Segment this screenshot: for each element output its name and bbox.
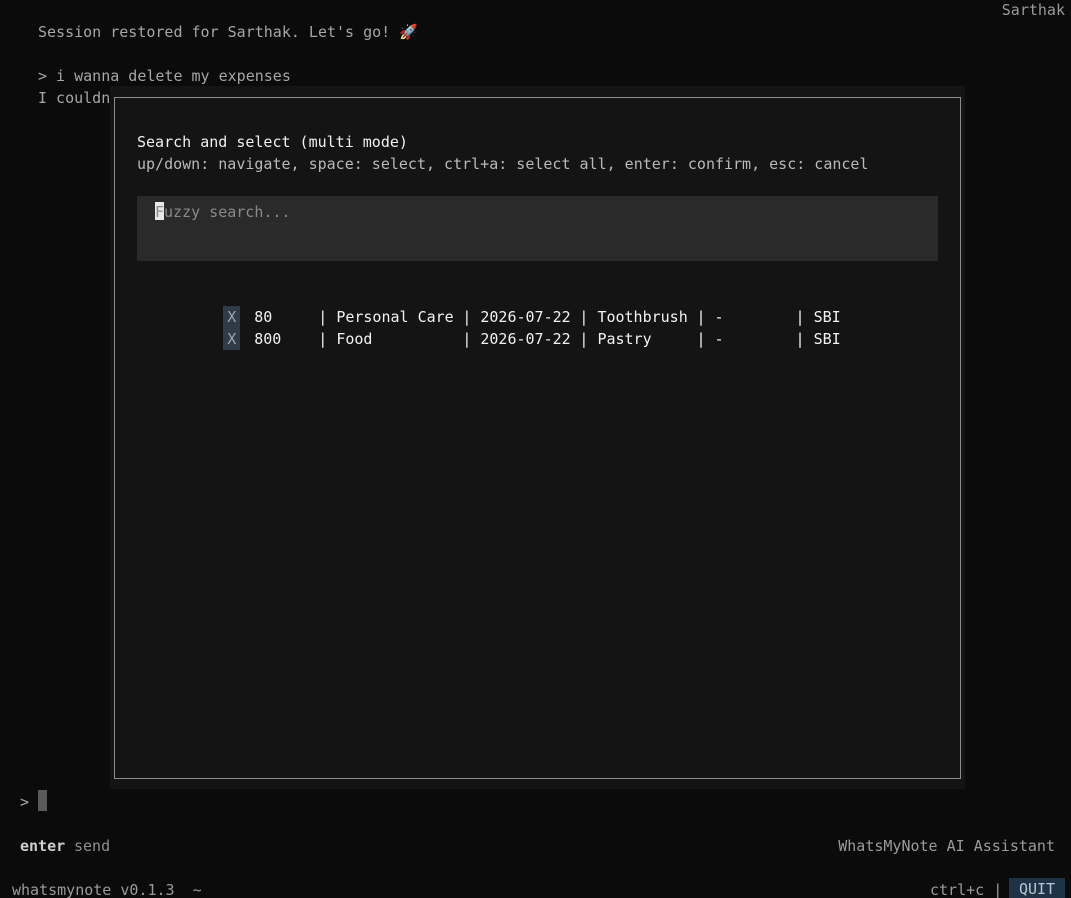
user-message: > i wanna delete my expenses bbox=[38, 67, 291, 85]
session-message: Session restored for Sarthak. Let's go! … bbox=[38, 23, 418, 41]
app-version: whatsmynote v0.1.3 ~ bbox=[12, 881, 202, 898]
selected-mark[interactable]: X bbox=[223, 328, 241, 350]
search-box[interactable] bbox=[137, 196, 938, 261]
account-cell: SBI bbox=[813, 330, 841, 348]
separator: | bbox=[696, 330, 715, 348]
chat-input-cursor[interactable] bbox=[38, 790, 47, 811]
separator: | bbox=[462, 330, 481, 348]
modal-help-text: up/down: navigate, space: select, ctrl+a… bbox=[137, 155, 869, 173]
enter-action-hint: send bbox=[74, 837, 111, 855]
category-cell: Food bbox=[336, 330, 373, 348]
amount-cell: 800 bbox=[254, 330, 282, 348]
fuzzy-search-input[interactable] bbox=[155, 202, 925, 222]
separator: | bbox=[795, 330, 814, 348]
item-cell: Pastry bbox=[597, 330, 652, 348]
modal-title: Search and select (multi mode) bbox=[137, 133, 408, 151]
note-cell: - bbox=[714, 330, 724, 348]
separator: | bbox=[318, 330, 337, 348]
list-item[interactable]: X 80 | Personal Care | 2026-07-22 | Toothbru… bbox=[151, 284, 841, 328]
terminal-screen: Sarthak Session restored for Sarthak. Le… bbox=[0, 0, 1071, 898]
quit-button[interactable]: QUIT bbox=[1009, 878, 1065, 898]
date-cell: 2026-07-22 bbox=[480, 330, 571, 348]
select-modal: Search and select (multi mode) up/down: … bbox=[110, 86, 965, 789]
assistant-name: WhatsMyNote AI Assistant bbox=[838, 837, 1055, 855]
quit-shortcut-hint: ctrl+c | bbox=[930, 881, 1003, 898]
user-name: Sarthak bbox=[1001, 1, 1065, 19]
assistant-message: I couldn bbox=[38, 89, 111, 107]
enter-key-hint: enter bbox=[20, 837, 66, 855]
list-item[interactable]: X 800 | Food | 2026-07-22 | Pastry | - | SBI bbox=[151, 306, 841, 350]
separator: | bbox=[579, 330, 598, 348]
select-modal-frame: Search and select (multi mode) up/down: … bbox=[114, 97, 961, 779]
input-prompt: > bbox=[20, 793, 30, 811]
